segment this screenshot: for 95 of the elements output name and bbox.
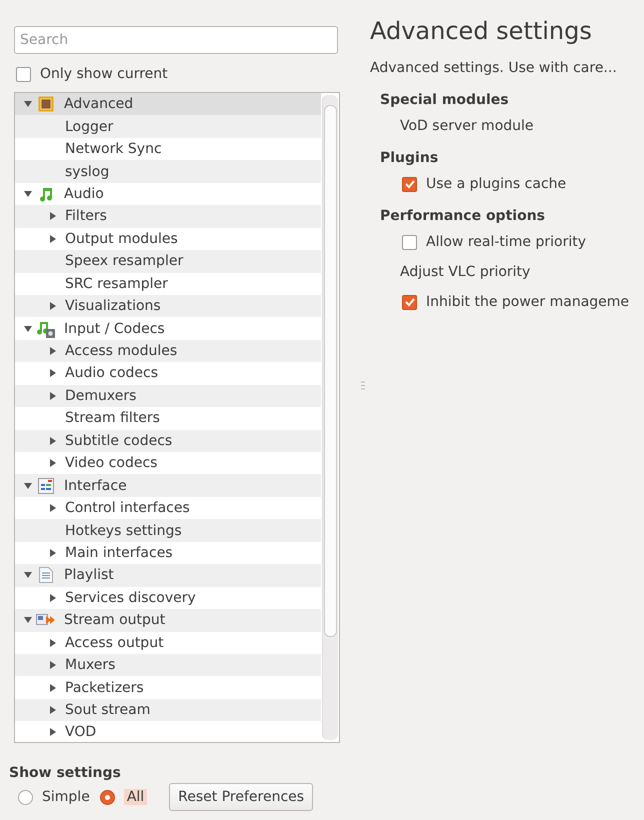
tree-item-label: syslog (65, 164, 110, 180)
checkbox-label[interactable]: Only show current (40, 66, 168, 82)
scrollbar[interactable] (322, 95, 338, 740)
tree-item-label: Network Sync (65, 141, 162, 158)
tree-item-label: Logger (65, 118, 114, 135)
music-gear-icon (37, 320, 55, 338)
checkbox[interactable] (402, 294, 417, 310)
tree-item[interactable]: Advanced (15, 93, 321, 116)
tree-item[interactable]: Visualizations (15, 294, 321, 318)
setting-label: Adjust VLC priority (400, 264, 532, 280)
checkbox-label[interactable]: Inhibit the power manageme (426, 294, 630, 310)
tree-item-label: Visualizations (65, 298, 161, 314)
tree-item-label: Output modules (65, 230, 178, 247)
expander-icon[interactable] (24, 190, 32, 198)
expander-icon[interactable] (49, 661, 57, 670)
expander-icon[interactable] (49, 436, 57, 445)
section-title: Performance options (380, 208, 546, 224)
expander-icon[interactable] (49, 594, 57, 602)
radio-label[interactable]: Simple (42, 789, 90, 805)
tree-item-label: Video codecs (65, 455, 158, 472)
screen-arrow-icon (36, 613, 56, 628)
panel-title: Advanced settings (370, 17, 593, 45)
tree-item-label: Muxers (65, 657, 116, 674)
tree-item-label: Audio (64, 186, 104, 202)
music-note-icon (38, 186, 54, 202)
tree-item-label: Audio codecs (65, 365, 158, 382)
checkbox-label[interactable]: Allow real-time priority (426, 234, 586, 250)
expander-icon[interactable] (49, 302, 57, 310)
tree-item-label: Services discovery (65, 590, 196, 606)
expander-icon[interactable] (49, 369, 57, 378)
expander-icon[interactable] (49, 459, 57, 468)
expander-icon[interactable] (49, 548, 57, 557)
tree-item[interactable]: Muxers (15, 654, 321, 676)
expander-icon[interactable] (49, 638, 57, 647)
tree-item-label: Access output (65, 634, 164, 651)
expander-icon[interactable] (49, 684, 57, 692)
expander-icon[interactable] (24, 616, 32, 624)
expander-icon[interactable] (49, 504, 57, 512)
panel-description: Advanced settings. Use with care... (370, 60, 618, 76)
expander-icon[interactable] (24, 324, 32, 333)
tree-item-label: Playlist (64, 567, 114, 584)
checkbox-label[interactable]: Use a plugins cache (426, 176, 566, 192)
tree-item[interactable]: Speex resampler (15, 250, 321, 272)
expander-icon[interactable] (24, 571, 32, 580)
expander-icon[interactable] (24, 100, 32, 108)
tree-item-label: Advanced (64, 96, 134, 112)
radio-button[interactable] (100, 790, 115, 804)
expander-icon[interactable] (49, 212, 57, 220)
reset-button[interactable]: Reset Preferences (169, 783, 314, 811)
tree-item-label: Input / Codecs (64, 320, 165, 337)
section-title: Show settings (9, 765, 122, 781)
tree-item-label: Packetizers (65, 680, 144, 696)
tree-item-label: Subtitle codecs (65, 432, 172, 449)
tree-item[interactable]: Playlist (15, 564, 321, 587)
checkbox[interactable] (16, 66, 31, 82)
tree-item[interactable]: syslog (15, 160, 321, 183)
setting-label: VoD server module (400, 118, 535, 134)
tree-item[interactable]: Sout stream (15, 698, 321, 722)
tree-item-label: Stream output (64, 612, 166, 628)
expander-icon[interactable] (49, 706, 57, 714)
tree-item[interactable]: Hotkeys settings (15, 519, 321, 542)
document-icon (39, 567, 53, 584)
tree-item-label: Access modules (65, 343, 178, 360)
tree-item-label: Main interfaces (65, 544, 173, 561)
expander-icon[interactable] (24, 482, 32, 490)
section-title: Plugins (380, 150, 440, 166)
tree-item[interactable]: Stream output (15, 609, 321, 632)
expander-icon[interactable] (49, 392, 57, 400)
window-icon (38, 478, 54, 494)
chip-icon (38, 96, 54, 112)
tree-item-label: Filters (65, 208, 107, 224)
radio-label[interactable]: All (124, 789, 148, 805)
section-title: Special modules (380, 92, 510, 108)
expander-icon[interactable] (49, 347, 57, 356)
checkbox[interactable] (402, 176, 417, 192)
tree-item[interactable]: Subtitle codecs (15, 430, 321, 452)
expander-icon[interactable] (49, 728, 57, 736)
tree-item-label: SRC resampler (65, 276, 168, 292)
tree-item[interactable]: Logger (15, 115, 321, 138)
radio-button[interactable] (18, 790, 33, 804)
tree-item[interactable]: Access modules (15, 340, 321, 362)
tree-item-label: Interface (64, 478, 127, 494)
tree-item-label: Stream filters (65, 410, 160, 426)
tree-item[interactable]: Filters (15, 205, 321, 228)
expander-icon[interactable] (49, 234, 57, 243)
tree-item-label: Control interfaces (65, 500, 190, 516)
search-field[interactable]: Search (14, 26, 338, 54)
tree-item[interactable]: Interface (15, 474, 321, 497)
checkbox[interactable] (402, 234, 417, 250)
tree-item-label: VOD (65, 724, 96, 740)
tree-item-label: Demuxers (65, 388, 136, 404)
tree-item[interactable]: Demuxers (15, 384, 321, 408)
tree-item-label: Hotkeys settings (65, 522, 182, 539)
tree-item-label: Speex resampler (65, 253, 184, 270)
tree-item-label: Sout stream (65, 702, 150, 718)
